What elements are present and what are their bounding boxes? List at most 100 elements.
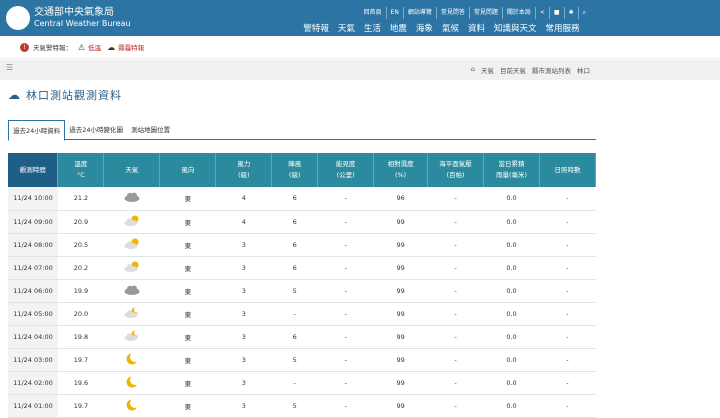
- cell-vis: -: [317, 394, 374, 418]
- cell-temp: 20.2: [57, 256, 104, 280]
- share-icon[interactable]: <: [534, 7, 549, 19]
- top-link[interactable]: 網站導覽: [402, 7, 436, 19]
- cell-gust: -: [271, 371, 318, 395]
- nav-item[interactable]: 氣候: [437, 24, 463, 35]
- cell-dir: 東: [159, 371, 216, 395]
- print-icon[interactable]: ■: [548, 7, 564, 19]
- nav-item[interactable]: 資料: [463, 24, 489, 35]
- tab-24h-data[interactable]: 過去24小時資料: [8, 120, 66, 141]
- warning-triangle-icon: ⚠: [78, 42, 86, 52]
- cell-wind: 3: [215, 325, 272, 349]
- column-header: 陣風 (級): [271, 153, 319, 187]
- cell-press: -: [427, 256, 484, 280]
- cell-sun: -: [539, 210, 596, 234]
- top-link[interactable]: EN: [385, 7, 403, 19]
- cell-temp: 19.8: [57, 325, 104, 349]
- nav-item[interactable]: 知識與天文: [489, 24, 541, 35]
- warning-link[interactable]: 低溫: [88, 42, 101, 52]
- column-header: 日照時數: [539, 153, 597, 187]
- tab-24h-chart[interactable]: 過去24小時變化圖: [65, 120, 127, 139]
- table-row: 11/24 06:00 19.9 東 3 5-99-0.0-: [8, 279, 596, 303]
- cell-press: -: [427, 325, 484, 349]
- tab-map-location[interactable]: 測站地圖位置: [127, 120, 174, 139]
- cell-sun: -: [539, 256, 596, 280]
- cell-press: -: [427, 348, 484, 372]
- cell-rain: 0.0: [483, 210, 540, 234]
- cell-gust: 6: [271, 210, 318, 234]
- site-title[interactable]: 交通部中央氣象局: [34, 7, 114, 18]
- cell-rain: 0.0: [483, 187, 540, 211]
- cell-time: 11/24 07:00: [8, 256, 58, 280]
- tab-bar: 過去24小時資料 過去24小時變化圖 測站地圖位置: [8, 120, 596, 141]
- cell-rain: 0.0: [483, 348, 540, 372]
- cell-press: -: [427, 394, 484, 418]
- cell-time: 11/24 04:00: [8, 325, 58, 349]
- cell-sun: -: [539, 348, 596, 372]
- cwb-logo[interactable]: [6, 6, 30, 30]
- cell-time: 11/24 08:00: [8, 233, 58, 257]
- top-link[interactable]: 回首頁: [360, 7, 386, 19]
- cell-rain: 0.0: [483, 233, 540, 257]
- cell-gust: 6: [271, 256, 318, 280]
- breadcrumb-item[interactable]: 天氣: [481, 65, 494, 75]
- breadcrumb-item[interactable]: 縣市測站列表: [532, 65, 571, 75]
- moon-icon: [103, 371, 160, 395]
- cell-rh: 96: [373, 187, 428, 211]
- gear-icon[interactable]: ✱: [563, 7, 578, 19]
- column-header: 溫度 °C: [57, 153, 105, 187]
- table-row: 11/24 04:00 19.8 東 3 6-99-0.0-: [8, 325, 596, 349]
- column-header: 風向: [159, 153, 217, 187]
- cell-rh: 99: [373, 256, 428, 280]
- cell-sun: -: [539, 302, 596, 326]
- cell-wind: 3: [215, 256, 272, 280]
- top-link[interactable]: 關於本局: [501, 7, 535, 19]
- search-icon[interactable]: ⌕: [577, 7, 590, 19]
- nav-item[interactable]: 海象: [411, 24, 437, 35]
- nav-item[interactable]: 警特報: [299, 24, 334, 35]
- cell-time: 11/24 10:00: [8, 187, 58, 211]
- cell-sun: -: [539, 394, 596, 418]
- partly-cloudy-night-icon: [103, 302, 160, 326]
- nav-item[interactable]: 地震: [385, 24, 411, 35]
- cell-temp: 21.2: [57, 187, 104, 211]
- nav-item[interactable]: 生活: [359, 24, 385, 35]
- cell-time: 11/24 01:00: [8, 394, 58, 418]
- table-row: 11/24 10:00 21.2 東 4 6-96-0.0-: [8, 187, 596, 211]
- cell-time: 11/24 02:00: [8, 371, 58, 395]
- cell-rh: 99: [373, 394, 428, 418]
- cell-gust: 5: [271, 348, 318, 372]
- cell-gust: 6: [271, 325, 318, 349]
- top-link[interactable]: 常見問題: [468, 7, 502, 19]
- home-icon[interactable]: ⌂: [471, 65, 475, 75]
- cell-dir: 東: [159, 233, 216, 257]
- table-row: 11/24 09:00 20.9 東 4 6-99-0.0-: [8, 210, 596, 234]
- breadcrumb-item[interactable]: 目前天氣: [500, 65, 526, 75]
- cell-rh: 99: [373, 302, 428, 326]
- partly-cloudy-icon: [103, 210, 160, 234]
- cell-sun: -: [539, 325, 596, 349]
- nav-item[interactable]: 天氣: [333, 24, 359, 35]
- alert-icon: !: [20, 42, 29, 52]
- table-row: 11/24 02:00 19.6 東 3- -99-0.0-: [8, 371, 596, 395]
- column-header: 相對濕度 (%): [373, 153, 429, 187]
- cell-temp: 20.9: [57, 210, 104, 234]
- cell-sun: -: [539, 279, 596, 303]
- column-header: 天氣: [103, 153, 161, 187]
- cell-dir: 東: [159, 394, 216, 418]
- cell-gust: 6: [271, 233, 318, 257]
- cloudy-icon: [103, 187, 160, 211]
- cell-dir: 東: [159, 210, 216, 234]
- cell-wind: 3: [215, 371, 272, 395]
- column-header: 觀測時間: [8, 153, 59, 187]
- cell-sun: -: [539, 371, 596, 395]
- menu-icon[interactable]: ☰: [6, 63, 13, 72]
- warning-link[interactable]: 霧霾特報: [118, 42, 144, 52]
- table-row: 11/24 08:00 20.5 東 3 6-99-0.0-: [8, 233, 596, 257]
- cell-vis: -: [317, 187, 374, 211]
- top-link[interactable]: 常見問答: [435, 7, 469, 19]
- cell-press: -: [427, 302, 484, 326]
- nav-item[interactable]: 常用服務: [541, 24, 584, 35]
- page-title: 林口測站觀測資料: [26, 89, 122, 102]
- cell-gust: 5: [271, 279, 318, 303]
- cell-dir: 東: [159, 348, 216, 372]
